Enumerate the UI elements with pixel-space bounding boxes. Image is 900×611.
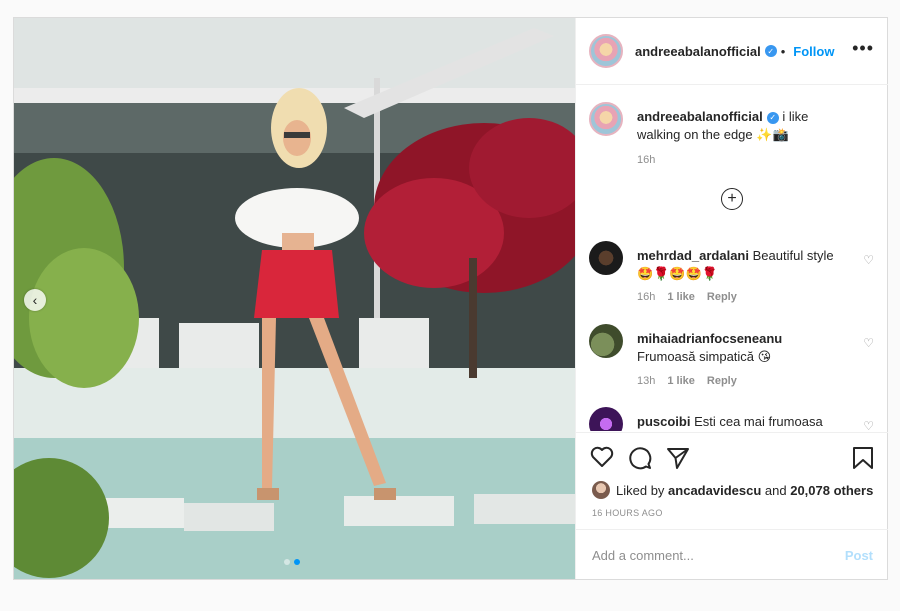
comment-text: Beautiful style: [752, 248, 834, 263]
author-avatar[interactable]: [589, 102, 623, 136]
caption-meta: 16h: [637, 154, 667, 166]
slide-dot-active: [294, 559, 300, 565]
comment-meta: 13h 1 like Reply: [637, 375, 749, 387]
post-actions: Liked by ancadavidescu and 20,078 others…: [576, 432, 888, 533]
comment-text: Esti cea mai frumoasa: [694, 414, 823, 429]
comment-item: mihaiadrianfocseneanu Frumoasă simpatică…: [589, 324, 874, 394]
verified-badge-icon: ✓: [764, 45, 777, 57]
comments-list[interactable]: andreeabalanofficial ✓ i like walking on …: [576, 85, 888, 431]
post-sidebar: andreeabalanofficial ✓ • Follow ••• andr…: [575, 18, 888, 579]
like-comment-heart-icon[interactable]: ♡: [863, 253, 874, 267]
comment-body: mihaiadrianfocseneanu Frumoasă simpatică…: [637, 330, 849, 366]
commenter-avatar[interactable]: [589, 241, 623, 275]
post-timestamp[interactable]: 16 HOURS AGO: [592, 508, 663, 518]
likes-prefix: Liked by: [616, 482, 665, 498]
author-avatar[interactable]: [589, 34, 623, 68]
comment-time[interactable]: 16h: [637, 291, 655, 303]
likes-middle: and: [764, 482, 787, 498]
commenter-avatar[interactable]: [589, 324, 623, 358]
slide-dot: [284, 559, 290, 565]
post-comment-button[interactable]: Post: [845, 548, 873, 563]
separator-dot: •: [780, 43, 786, 59]
comment-username[interactable]: puscoibi: [637, 414, 690, 429]
comment-time[interactable]: 13h: [637, 375, 655, 387]
like-comment-heart-icon[interactable]: ♡: [863, 336, 874, 350]
share-paper-plane-icon[interactable]: [666, 446, 690, 475]
like-heart-icon[interactable]: [590, 446, 614, 473]
slide-indicator: [284, 559, 300, 565]
caption-body: andreeabalanofficial ✓ i like walking on …: [637, 108, 849, 144]
author-username[interactable]: andreeabalanofficial: [635, 44, 761, 59]
comment-username[interactable]: mihaiadrianfocseneanu: [637, 331, 782, 346]
comment-likes[interactable]: 1 like: [667, 375, 695, 387]
comment-emoji: 🤩🌹🤩🤩🌹: [637, 266, 718, 281]
comment-username[interactable]: mehrdad_ardalani: [637, 248, 749, 263]
comment-body: puscoibi Esti cea mai frumoasa: [637, 413, 849, 431]
verified-badge-icon: ✓: [766, 111, 779, 124]
load-more-comments-icon[interactable]: +: [721, 188, 743, 210]
comment-likes[interactable]: 1 like: [667, 291, 695, 303]
reply-button[interactable]: Reply: [707, 375, 737, 387]
liker-username[interactable]: ancadavidescu: [668, 483, 761, 498]
comment-meta: 16h 1 like Reply: [637, 291, 749, 303]
likes-count[interactable]: 20,078 others: [790, 483, 873, 498]
previous-slide-button[interactable]: ‹: [24, 289, 46, 311]
comment-item: mehrdad_ardalani Beautiful style 🤩🌹🤩🤩🌹 1…: [589, 241, 874, 311]
caption-username[interactable]: andreeabalanofficial: [637, 109, 763, 124]
comment-text: Frumoasă simpatică 😘: [637, 349, 772, 364]
comment-body: mehrdad_ardalani Beautiful style 🤩🌹🤩🤩🌹: [637, 247, 849, 283]
photo-scene: [14, 18, 575, 579]
follow-button[interactable]: Follow: [793, 44, 834, 59]
add-comment-bar: Add a comment... Post: [576, 529, 888, 580]
post-card: ‹ andreeabalanofficial ✓ • Follow ••• an…: [13, 17, 888, 580]
save-bookmark-icon[interactable]: [852, 446, 874, 475]
comment-item: puscoibi Esti cea mai frumoasa ♡: [589, 407, 874, 431]
more-options-icon[interactable]: •••: [852, 38, 874, 59]
liker-avatar[interactable]: [592, 481, 610, 499]
caption: andreeabalanofficial ✓ i like walking on …: [589, 102, 874, 172]
reply-button[interactable]: Reply: [707, 291, 737, 303]
commenter-avatar[interactable]: [589, 407, 623, 431]
comment-bubble-icon[interactable]: [628, 446, 652, 475]
caption-time[interactable]: 16h: [637, 154, 655, 166]
post-header: andreeabalanofficial ✓ • Follow •••: [576, 18, 888, 85]
add-comment-input[interactable]: Add a comment...: [592, 548, 845, 563]
post-photo[interactable]: ‹: [14, 18, 575, 579]
likes-summary: Liked by ancadavidescu and 20,078 others: [592, 481, 873, 499]
like-comment-heart-icon[interactable]: ♡: [863, 419, 874, 431]
